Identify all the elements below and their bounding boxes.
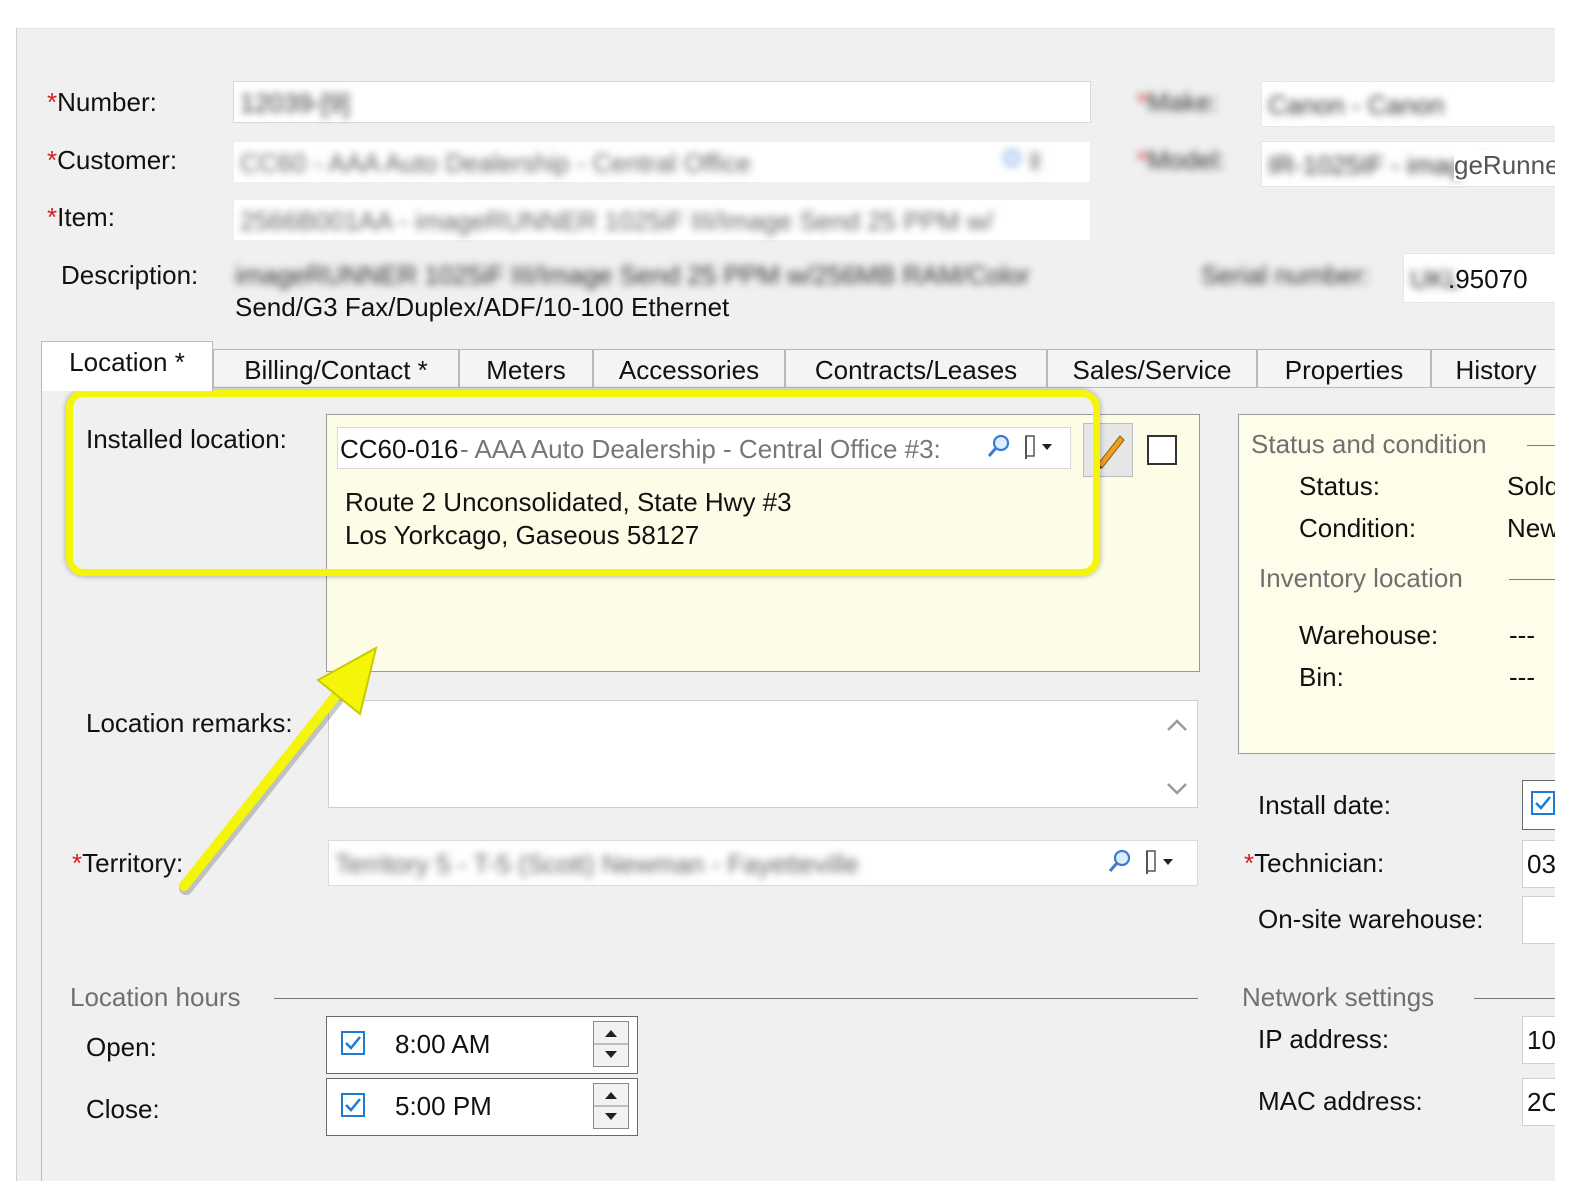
annotation-arrow bbox=[179, 646, 378, 895]
tab-location[interactable]: Location * bbox=[41, 341, 213, 391]
